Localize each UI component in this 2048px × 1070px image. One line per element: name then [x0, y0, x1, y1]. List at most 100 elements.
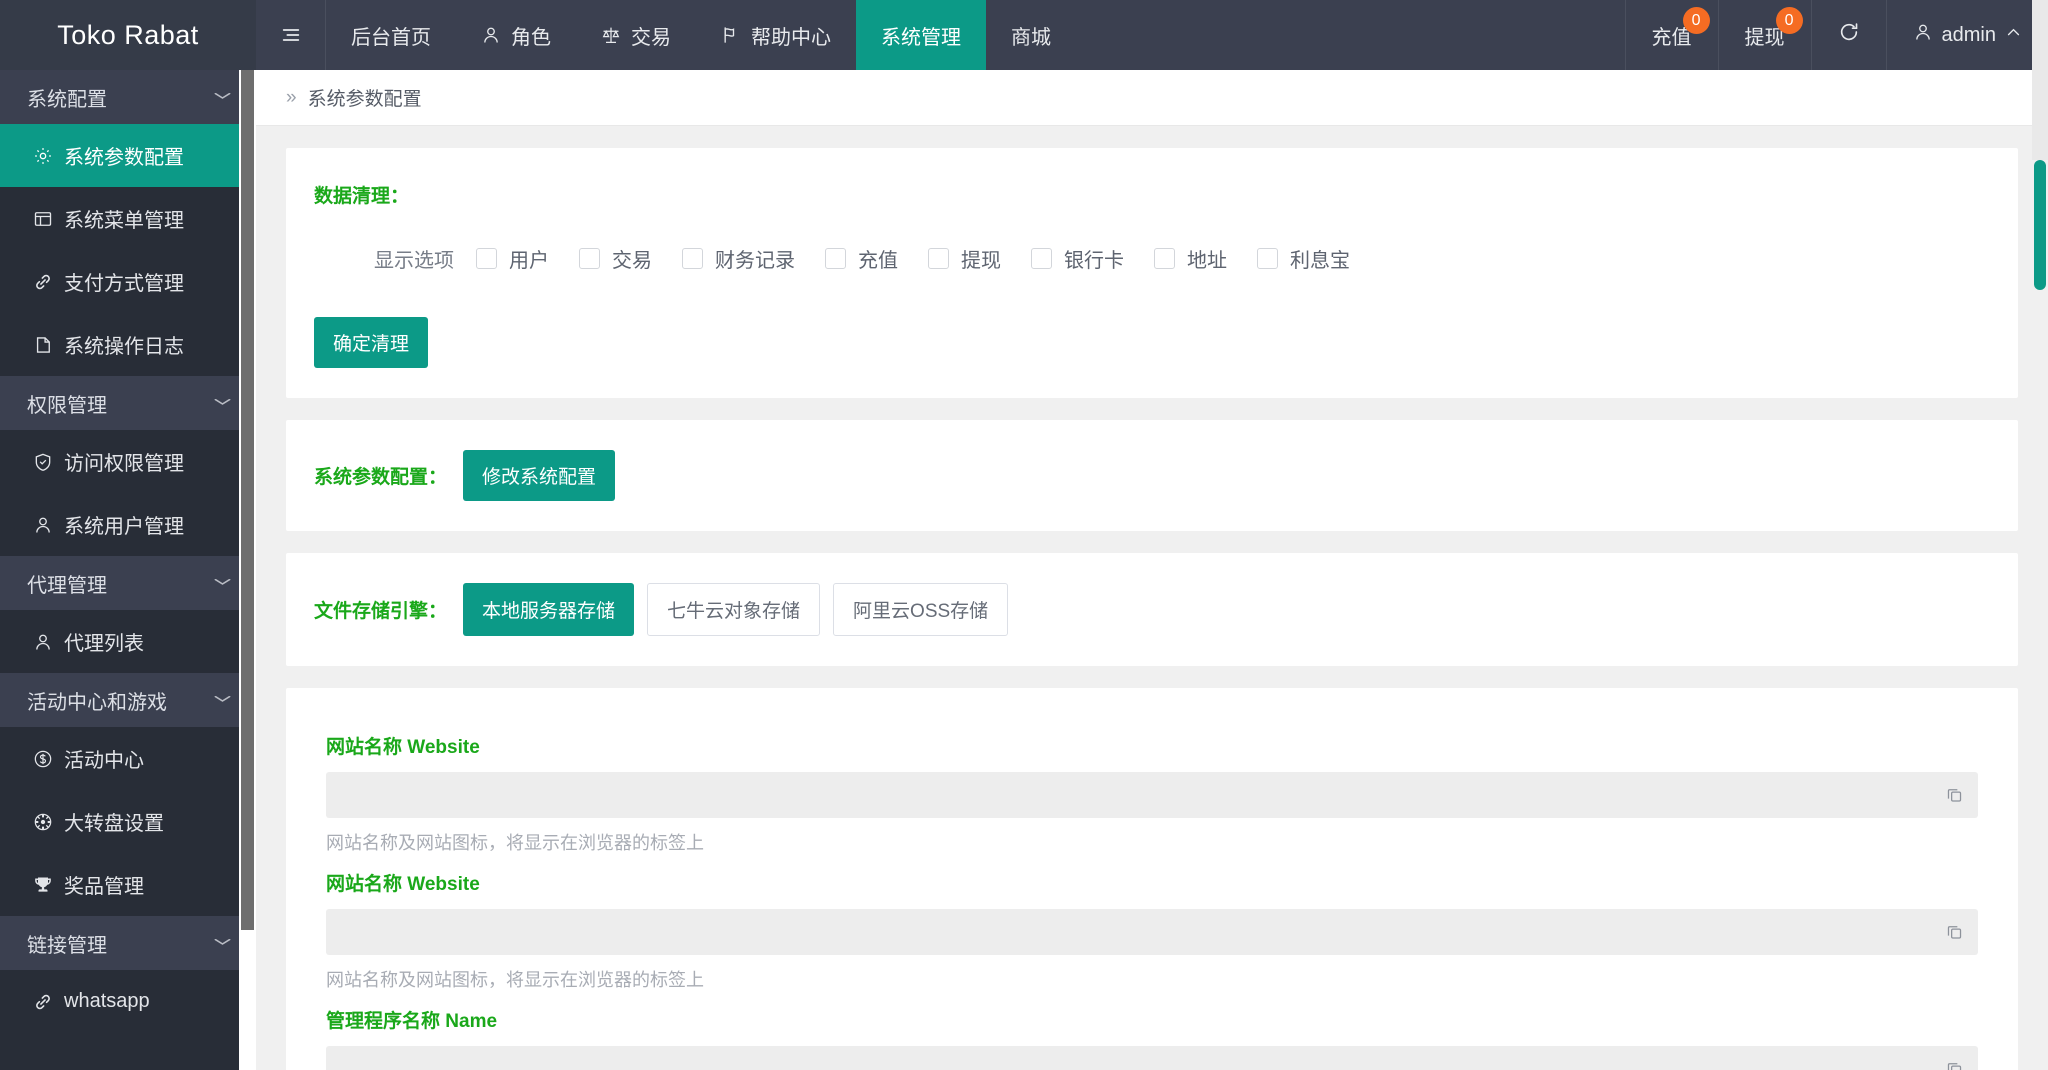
field-input-wrapper — [326, 772, 1978, 818]
top-navbar: 后台首页 角色 交易 帮助中心 系统管理 商城 充值 0 提现 0 admin — [256, 0, 2048, 70]
sidebar-group-1[interactable]: 权限管理 — [0, 376, 256, 430]
trophy-icon — [32, 874, 53, 895]
sidebar-group-label: 活动中心和游戏 — [27, 691, 167, 714]
sidebar-item-0-3[interactable]: 系统操作日志 — [0, 313, 256, 376]
cleanup-checkbox-3[interactable]: 充值 — [825, 244, 898, 273]
sidebar-group-label: 代理管理 — [27, 574, 107, 597]
sidebar-item-0-0[interactable]: 系统参数配置 — [0, 124, 256, 187]
modify-system-config-button[interactable]: 修改系统配置 — [463, 450, 616, 501]
storage-option-2[interactable]: 阿里云OSS存储 — [833, 583, 1009, 636]
sidebar-group-label: 系统配置 — [27, 88, 107, 111]
navbar-action-1[interactable]: 提现 0 — [1717, 0, 1811, 70]
field-input[interactable] — [326, 1046, 1978, 1070]
nav-item-5[interactable]: 商城 — [986, 0, 1076, 70]
cleanup-checkbox-2[interactable]: 财务记录 — [682, 244, 795, 273]
checkbox-box[interactable] — [928, 248, 949, 269]
copy-icon[interactable] — [1945, 923, 1964, 942]
sidebar-group-2[interactable]: 代理管理 — [0, 556, 256, 610]
chevron-down-icon — [211, 934, 235, 952]
nav-item-0[interactable]: 后台首页 — [326, 0, 456, 70]
checkbox-box[interactable] — [825, 248, 846, 269]
field-input[interactable] — [326, 909, 1978, 955]
hamburger-icon[interactable] — [256, 0, 326, 70]
form-field-0: 网站名称 Website 网站名称及网站图标，将显示在浏览器的标签上 — [326, 732, 1978, 855]
page-scrollbar[interactable] — [2032, 0, 2048, 1070]
brand-name: Toko Rabat — [57, 19, 199, 50]
sidebar-item-2-0[interactable]: 代理列表 — [0, 610, 256, 673]
sidebar-item-1-0[interactable]: 访问权限管理 — [0, 430, 256, 493]
navbar-action-2[interactable] — [1810, 0, 1886, 70]
sidebar-item-3-2[interactable]: 奖品管理 — [0, 853, 256, 916]
file-storage-options: 本地服务器存储 七牛云对象存储 阿里云OSS存储 — [463, 583, 1009, 636]
copy-icon[interactable] — [1945, 786, 1964, 805]
sidebar-item-0-2[interactable]: 支付方式管理 — [0, 250, 256, 313]
cleanup-checkbox-7[interactable]: 利息宝 — [1257, 244, 1350, 273]
chevron-down-icon — [211, 574, 235, 592]
note-icon — [32, 334, 53, 355]
copy-icon[interactable] — [1945, 1060, 1964, 1070]
confirm-cleanup-button[interactable]: 确定清理 — [314, 317, 429, 368]
checkbox-box[interactable] — [579, 248, 600, 269]
sidebar-item-3-1[interactable]: 大转盘设置 — [0, 790, 256, 853]
sidebar-scrollbar-thumb[interactable] — [241, 70, 254, 930]
field-help-text: 网站名称及网站图标，将显示在浏览器的标签上 — [326, 970, 704, 990]
sidebar-item-label: 奖品管理 — [64, 876, 144, 898]
field-input[interactable] — [326, 772, 1978, 818]
sidebar-item-4-0[interactable]: whatsapp — [0, 970, 256, 1033]
page-scrollbar-track — [2032, 0, 2048, 160]
cleanup-checkbox-5[interactable]: 银行卡 — [1031, 244, 1124, 273]
user-icon — [32, 631, 53, 652]
storage-option-0[interactable]: 本地服务器存储 — [463, 583, 635, 636]
brand-logo[interactable]: Toko Rabat — [0, 0, 256, 70]
sidebar-item-label: 代理列表 — [64, 633, 144, 655]
checkbox-box[interactable] — [1154, 248, 1175, 269]
cleanup-checkbox-4[interactable]: 提现 — [928, 244, 1001, 273]
field-input-wrapper — [326, 909, 1978, 955]
nav-item-3[interactable]: 帮助中心 — [696, 0, 856, 70]
chevron-down-icon — [211, 88, 235, 106]
field-help-text: 网站名称及网站图标，将显示在浏览器的标签上 — [326, 833, 704, 853]
wheel-icon — [32, 811, 53, 832]
sidebar-item-label: 支付方式管理 — [64, 273, 184, 295]
dollar-circle-icon — [32, 748, 53, 769]
nav-item-4[interactable]: 系统管理 — [856, 0, 986, 70]
sidebar-group-3[interactable]: 活动中心和游戏 — [0, 673, 256, 727]
checkbox-box[interactable] — [1031, 248, 1052, 269]
settings-form: 网站名称 Website 网站名称及网站图标，将显示在浏览器的标签上 网站名称 We… — [326, 732, 1978, 1070]
sidebar-item-label: 系统用户管理 — [64, 516, 184, 538]
cleanup-checkbox-6[interactable]: 地址 — [1154, 244, 1227, 273]
checkbox-box[interactable] — [682, 248, 703, 269]
app-root: Toko Rabat 系统配置系统参数配置系统菜单管理支付方式管理系统操作日志权… — [0, 0, 2048, 1070]
checkbox-box[interactable] — [476, 248, 497, 269]
nav-item-label: 后台首页 — [351, 26, 431, 49]
refresh-icon — [1838, 21, 1860, 49]
sidebar-item-label: whatsapp — [64, 990, 150, 1012]
sidebar-item-0-1[interactable]: 系统菜单管理 — [0, 187, 256, 250]
sidebar-group-0[interactable]: 系统配置 — [0, 70, 256, 124]
gear-icon — [32, 145, 53, 166]
nav-item-2[interactable]: 交易 — [576, 0, 696, 70]
field-label: 网站名称 Website — [326, 737, 480, 758]
sidebar-item-1-1[interactable]: 系统用户管理 — [0, 493, 256, 556]
page-scrollbar-thumb[interactable] — [2034, 160, 2046, 290]
checkbox-label: 利息宝 — [1290, 250, 1350, 272]
navbar-action-3[interactable]: admin — [1885, 0, 2048, 70]
sidebar-group-4[interactable]: 链接管理 — [0, 916, 256, 970]
sidebar-item-label: 活动中心 — [64, 750, 144, 772]
file-storage-label: 文件存储引擎： — [314, 601, 448, 622]
field-label: 管理程序名称 Name — [326, 1011, 498, 1032]
link-icon — [32, 991, 53, 1012]
user-icon — [32, 514, 53, 535]
navbar-action-0[interactable]: 充值 0 — [1624, 0, 1718, 70]
nav-item-1[interactable]: 角色 — [456, 0, 576, 70]
navbar-action-label: admin — [1941, 23, 1996, 46]
storage-option-1[interactable]: 七牛云对象存储 — [647, 583, 821, 636]
field-input-wrapper — [326, 1046, 1978, 1070]
sidebar-scrollbar[interactable] — [239, 70, 256, 1070]
chevron-down-icon — [211, 691, 235, 709]
cleanup-checkbox-0[interactable]: 用户 — [476, 244, 549, 273]
sidebar-item-label: 系统参数配置 — [64, 147, 184, 169]
sidebar-item-3-0[interactable]: 活动中心 — [0, 727, 256, 790]
cleanup-checkbox-1[interactable]: 交易 — [579, 244, 652, 273]
checkbox-box[interactable] — [1257, 248, 1278, 269]
